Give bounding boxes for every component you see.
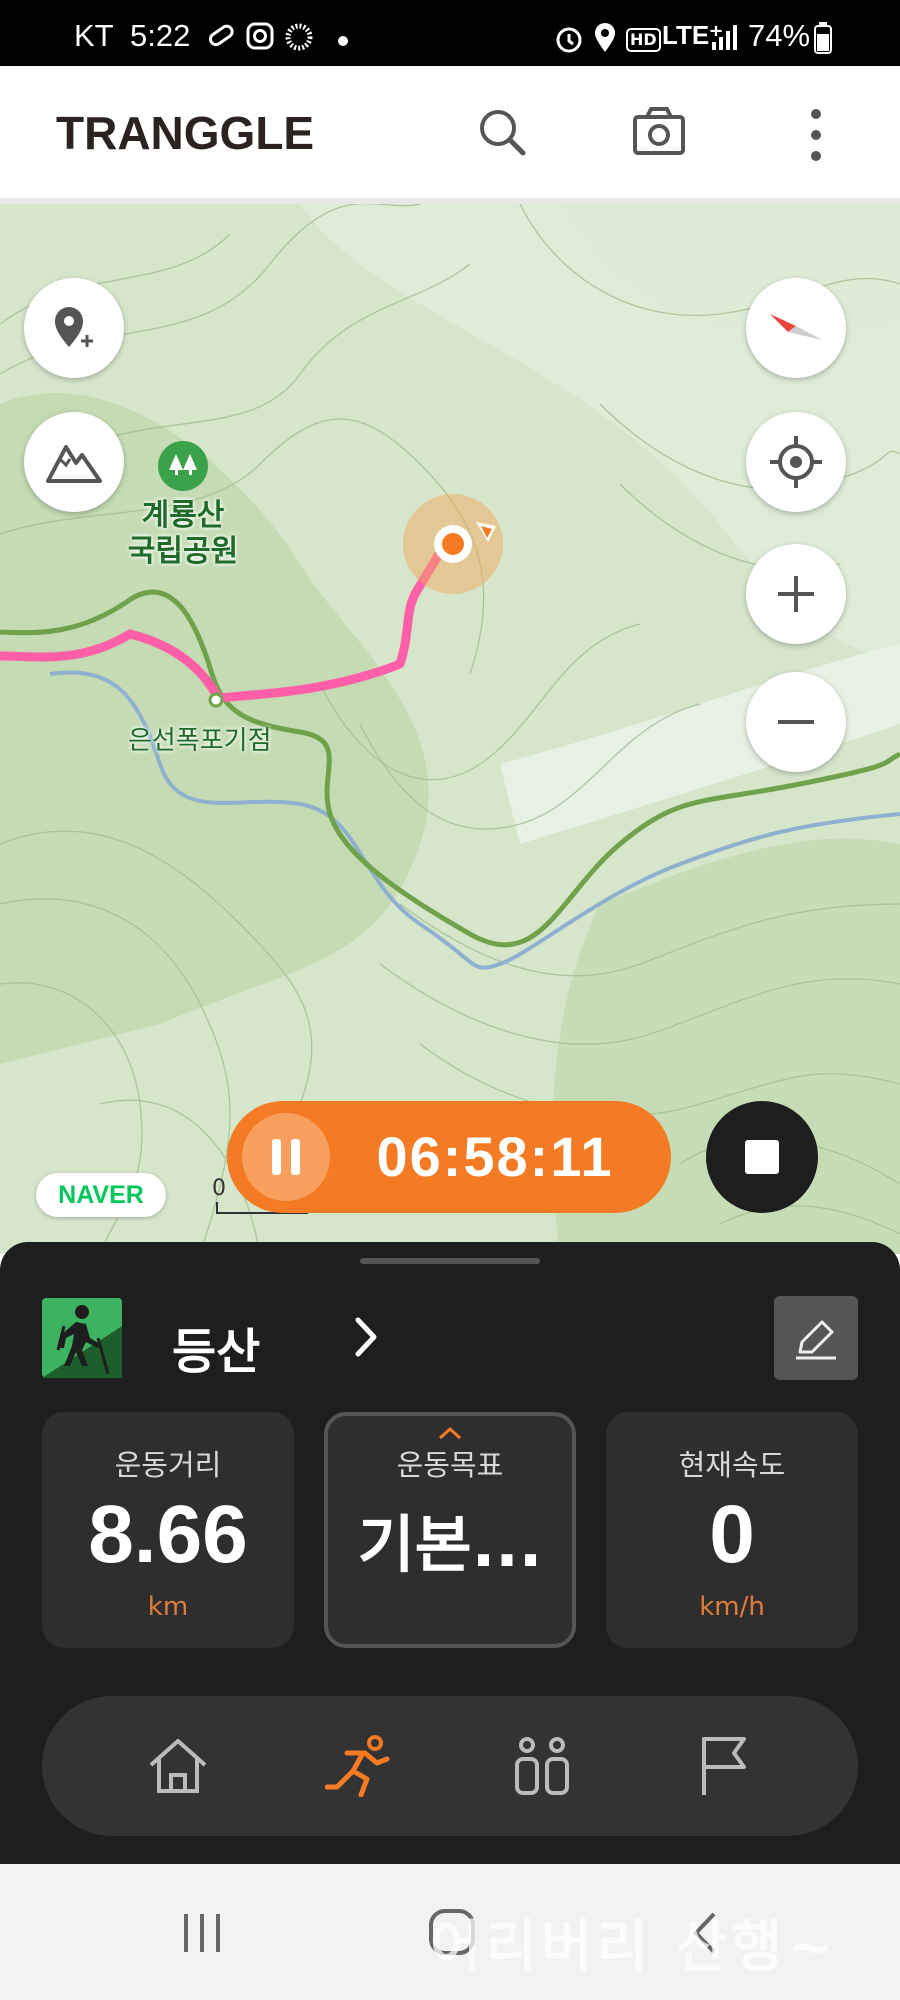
park-label: 계룡산 국립공원 (110, 498, 256, 570)
waypoint-label: 은선폭포기점 (128, 726, 272, 756)
location-icon (595, 23, 615, 52)
distance-value: 8.66 (88, 1489, 248, 1580)
pill-icon (208, 24, 234, 47)
minus-icon (778, 720, 814, 724)
distance-label: 운동거리 (114, 1448, 222, 1482)
clock: 5:22 (130, 18, 191, 53)
drag-handle[interactable] (360, 1258, 540, 1264)
hd-voice-icon: HD (626, 28, 661, 52)
running-icon (325, 1735, 390, 1797)
compass-icon (770, 314, 822, 340)
camera-icon[interactable] (632, 104, 686, 158)
instagram-icon (246, 22, 274, 50)
home-icon (149, 1739, 207, 1793)
add-place-button[interactable] (24, 278, 124, 378)
crosshair-icon (770, 436, 822, 488)
plus-icon (778, 576, 814, 612)
speed-card[interactable]: 현재속도 0 km/h (606, 1412, 858, 1648)
signal-icon (712, 25, 737, 50)
more-icon[interactable] (806, 106, 826, 164)
goal-label: 운동목표 (396, 1448, 504, 1482)
hiking-icon (42, 1298, 122, 1378)
terrain-mode-button[interactable] (24, 412, 124, 512)
speed-unit: km/h (699, 1592, 765, 1622)
watermark-text: 어리버리 산행~ (430, 1915, 838, 1980)
my-location-button[interactable] (746, 412, 846, 512)
search-icon[interactable] (476, 106, 528, 158)
chevron-right-icon[interactable] (352, 1312, 382, 1362)
battery-percent: 74% (748, 18, 811, 53)
people-icon (515, 1737, 569, 1795)
distance-card[interactable]: 운동거리 8.66 km (42, 1412, 294, 1648)
map-view[interactable]: 계룡산 국립공원 은선폭포기점 0 (0, 204, 900, 1254)
chevron-up-icon (438, 1426, 462, 1440)
app-logo: TRANGGLE (56, 107, 315, 159)
speed-label: 현재속도 (678, 1448, 786, 1482)
activity-name[interactable]: 등산 (172, 1312, 260, 1382)
zoom-in-button[interactable] (746, 544, 846, 644)
activity-panel: 등산 운동거리 8.66 km 운동목표 기본... 현재속도 0 km/h (0, 1242, 900, 1864)
app-header: TRANGGLE (0, 66, 900, 198)
status-bar: KT 5:22 HD LTE⁺ 74% (0, 0, 900, 66)
naver-badge: NAVER (36, 1173, 166, 1217)
nav-home[interactable] (138, 1726, 218, 1806)
compass-button[interactable] (746, 278, 846, 378)
park-label-line1: 계룡산 (141, 498, 225, 533)
loading-icon (285, 23, 313, 51)
nav-community[interactable] (502, 1726, 582, 1806)
elapsed-time: 06:58:11 (376, 1125, 614, 1188)
nav-challenge[interactable] (684, 1726, 764, 1806)
goal-value: 기본... (357, 1508, 543, 1581)
bottom-nav (42, 1696, 858, 1836)
stop-icon (745, 1140, 779, 1174)
mountain-icon (46, 445, 102, 483)
add-pin-icon (55, 307, 93, 347)
flag-icon (702, 1737, 746, 1795)
carrier-label: KT (74, 18, 114, 53)
distance-unit: km (147, 1592, 189, 1622)
pause-button[interactable] (242, 1113, 330, 1201)
pencil-icon (796, 1320, 836, 1360)
alarm-icon (556, 27, 582, 53)
goal-card[interactable]: 운동목표 기본... (324, 1412, 576, 1648)
battery-icon (814, 22, 832, 54)
pause-icon (272, 1139, 300, 1175)
stop-button[interactable] (706, 1101, 818, 1213)
nav-exercise[interactable] (320, 1726, 400, 1806)
park-label-line2: 국립공원 (127, 534, 239, 569)
zoom-out-button[interactable] (746, 672, 846, 772)
speed-value: 0 (709, 1489, 755, 1580)
recent-apps-icon[interactable] (180, 1912, 224, 1954)
system-nav-bar: 어리버리 산행~ (0, 1864, 900, 2000)
scale-label: 0 (212, 1176, 226, 1201)
edit-button[interactable] (774, 1296, 858, 1380)
notification-dot (338, 36, 348, 46)
